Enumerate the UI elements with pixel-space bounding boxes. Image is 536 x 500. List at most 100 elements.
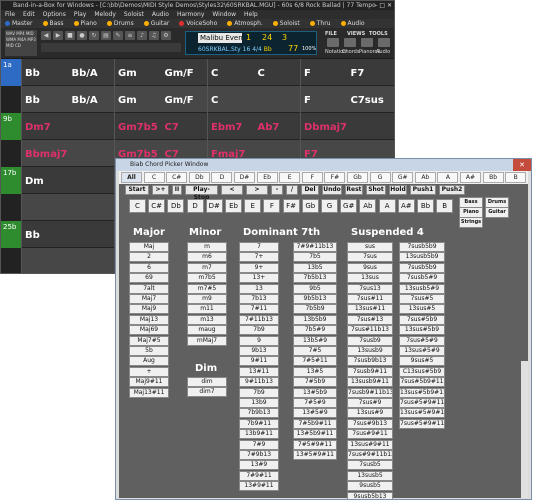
chord-dominant-button[interactable]: 7b9b13 xyxy=(239,408,279,419)
loop-button[interactable]: ↻ xyxy=(89,31,99,40)
chord-dominant-button[interactable]: 9#11b13 xyxy=(239,377,279,388)
chord-dominant-button[interactable]: 9b5 xyxy=(293,283,337,294)
chord-dominant-button[interactable]: 13#5b9 xyxy=(293,387,337,398)
chord-sus-button[interactable]: 13sus#5 xyxy=(399,304,445,315)
picker-scrollbar[interactable] xyxy=(521,361,528,498)
key-tab-b[interactable]: B xyxy=(505,172,527,183)
chord-sus-button[interactable]: 9susb5 xyxy=(347,481,393,492)
chord-sus-button[interactable]: 13sus xyxy=(347,273,393,284)
root-bb-button[interactable]: Bb xyxy=(417,199,434,213)
chord-major-button[interactable]: Maj7 xyxy=(129,294,169,304)
chord-minor-button[interactable]: m9 xyxy=(187,294,227,304)
views-tab-views[interactable]: VIEWS xyxy=(347,31,365,37)
track-master[interactable]: Master xyxy=(5,20,33,27)
chord-sus-button[interactable]: 7sus#9 xyxy=(347,398,393,408)
chord-minor-button[interactable]: mMaj7 xyxy=(187,335,227,346)
chord-dominant-button[interactable]: 7#5#11 xyxy=(293,356,337,367)
chord-dominant-button[interactable]: 9 xyxy=(239,335,279,346)
chord-major-button[interactable]: Maj9 xyxy=(129,304,169,315)
root-csharp-button[interactable]: C# xyxy=(148,199,166,213)
chord-major-button[interactable]: Maj9#11 xyxy=(129,377,169,388)
views-tab-file[interactable]: FILE xyxy=(325,31,337,37)
key-tab-a[interactable]: A xyxy=(437,172,459,183)
bar-number[interactable] xyxy=(1,194,21,221)
chord-sus-button[interactable]: 7susb5b9 xyxy=(399,242,445,252)
key-tab-fsharp[interactable]: F# xyxy=(324,172,346,183)
key-tab-csharp[interactable]: C# xyxy=(166,172,188,183)
action-del-button[interactable]: Del xyxy=(301,185,319,195)
root-d-button[interactable]: D xyxy=(186,199,204,213)
chord-cell[interactable] xyxy=(22,194,68,221)
track-guitar[interactable]: Guitar xyxy=(143,20,169,27)
chord-dominant-button[interactable]: 7#11 xyxy=(239,304,279,315)
root-gsharp-button[interactable]: G# xyxy=(340,199,358,213)
menu-item-audio[interactable]: Audio xyxy=(152,11,169,18)
chord-dominant-button[interactable]: 7b5b9 xyxy=(293,304,337,315)
chord-dominant-button[interactable]: 9+ xyxy=(239,262,279,273)
chord-cell[interactable] xyxy=(22,248,68,273)
view-audio-icon[interactable] xyxy=(378,38,390,47)
bars-button[interactable]: ▤ xyxy=(101,31,111,40)
chord-dominant-button[interactable]: 13#9#11 xyxy=(239,481,279,492)
chord-sus-button[interactable]: 7sus xyxy=(347,252,393,263)
root-eb-button[interactable]: Eb xyxy=(225,199,242,213)
chord-minor-button[interactable]: m7#5 xyxy=(187,283,227,294)
track-soloist[interactable]: Soloist xyxy=(272,20,300,27)
menu-item-melody[interactable]: Melody xyxy=(94,11,116,18)
chord-sus-button[interactable]: 7sus#5#9#11 xyxy=(399,418,445,429)
chord-dominant-button[interactable]: 7+ xyxy=(239,252,279,263)
chord-dominant-button[interactable]: 7b9 xyxy=(239,325,279,336)
menu-item-harmony[interactable]: Harmony xyxy=(177,11,204,18)
chord-dominant-button[interactable]: 9b5b13 xyxy=(293,294,337,304)
chord-major-button[interactable]: 5b xyxy=(129,346,169,356)
chord-cell[interactable] xyxy=(69,248,115,273)
root-gb-button[interactable]: Gb xyxy=(301,199,319,213)
group-guitar-button[interactable]: Guitar xyxy=(485,207,509,218)
chord-dominant-button[interactable]: 7b5#9 xyxy=(293,325,337,336)
chord-sus-button[interactable]: 7susb9 xyxy=(347,335,393,346)
file-export-box[interactable]: WAV MP4 MID WMA M4A MP3 MID CD xyxy=(5,30,37,56)
lower-toolbar-strip[interactable] xyxy=(41,43,181,52)
chord-major-button[interactable]: Maj13#11 xyxy=(129,387,169,398)
beat-count[interactable]: 24 xyxy=(262,33,272,43)
action-ii-button[interactable]: II xyxy=(172,185,182,195)
chord-sus-button[interactable]: 13susb5#9 xyxy=(399,283,445,294)
chord-cell[interactable] xyxy=(348,113,394,140)
chord-dominant-button[interactable]: 13#5#9#11 xyxy=(293,450,337,460)
chord-dominant-button[interactable]: 7#11b13 xyxy=(239,314,279,325)
view-notation-icon[interactable] xyxy=(327,38,339,47)
menu-item-help[interactable]: Help xyxy=(244,11,258,18)
chord-sus-button[interactable]: 13susb5b9 xyxy=(399,252,445,263)
chord-dominant-button[interactable]: 7b9#11 xyxy=(239,418,279,429)
chord-sus-button[interactable]: 13sus#5#9#11 xyxy=(399,408,445,419)
action-rest-button[interactable]: Rest xyxy=(345,185,363,195)
chord-sus-button[interactable]: sus xyxy=(347,242,393,252)
chord-dominant-button[interactable]: 7b13 xyxy=(239,294,279,304)
bar-position[interactable]: 1 xyxy=(246,33,251,43)
chord-dominant-button[interactable]: 13b5#9 xyxy=(293,335,337,346)
chord-dominant-button[interactable]: 7b5 xyxy=(293,252,337,263)
menu-item-options[interactable]: Options xyxy=(43,11,66,18)
menu-item-file[interactable]: File xyxy=(5,11,15,18)
key-tab-d[interactable]: D xyxy=(211,172,233,183)
chord-minor-button[interactable]: m11 xyxy=(187,304,227,315)
rewind-button[interactable]: ◀ xyxy=(41,31,51,40)
record-button[interactable]: ● xyxy=(77,31,87,40)
tools-button[interactable]: ✎ xyxy=(113,31,123,40)
chord-dominant-button[interactable]: 7#5b9 xyxy=(293,377,337,388)
song-name[interactable]: Malibu Evening xyxy=(198,33,242,43)
track-drums[interactable]: Drums xyxy=(106,20,134,27)
track-voicesoho[interactable]: VoiceSoho xyxy=(179,20,217,27)
key-tab-dsharp[interactable]: D# xyxy=(234,172,255,183)
chord-sus-button[interactable]: 7sus#11 xyxy=(347,294,393,304)
action-push1-button[interactable]: Push1 xyxy=(410,185,436,195)
chord-cell[interactable] xyxy=(255,86,301,113)
chord-sus-button[interactable]: 7sus#9#11b13 xyxy=(347,450,393,460)
chord-major-button[interactable]: 7alt xyxy=(129,283,169,294)
key-tab-eb[interactable]: Eb xyxy=(256,172,278,183)
chord-sus-button[interactable]: 7sus#13 xyxy=(347,314,393,325)
chord-minor-button[interactable]: m7 xyxy=(187,262,227,273)
chord-minor-button[interactable]: maug xyxy=(187,325,227,336)
chord-sus-button[interactable]: 7sus#5#9 xyxy=(399,335,445,346)
chord-dominant-button[interactable]: 13+ xyxy=(239,273,279,284)
